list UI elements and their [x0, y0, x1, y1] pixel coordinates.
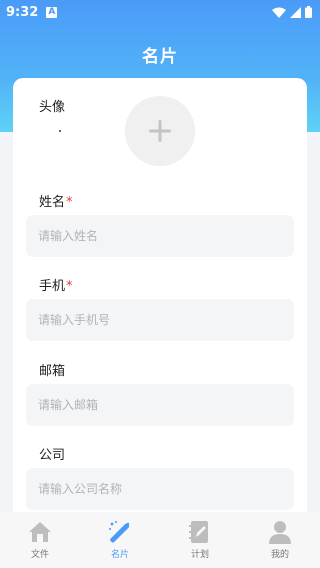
tab-plan[interactable]: 计划 [160, 512, 240, 568]
battery-icon [305, 6, 312, 18]
status-time: 9:32 [6, 4, 39, 20]
required-mark: * [66, 279, 73, 294]
decorative-dot [59, 130, 61, 132]
tab-plan-label: 计划 [190, 550, 209, 560]
name-input[interactable] [26, 215, 294, 257]
tab-card-label: 名片 [110, 550, 129, 560]
magic-wand-icon [109, 521, 130, 543]
phone-label-text: 手机 [39, 279, 66, 294]
plus-icon [149, 120, 171, 142]
bottom-tab-bar: 文件 名片 计划 我的 [0, 512, 320, 568]
tab-mine-label: 我的 [270, 550, 289, 560]
tab-mine[interactable]: 我的 [240, 512, 320, 568]
email-input[interactable] [26, 384, 294, 426]
tab-card[interactable]: 名片 [80, 512, 160, 568]
status-bar: 9:32 A [0, 0, 320, 24]
phone-label: 手机* [39, 275, 73, 294]
avatar-label: 头像 [39, 100, 66, 115]
company-label: 公司 [39, 448, 66, 463]
tab-files[interactable]: 文件 [0, 512, 80, 568]
avatar-upload-button[interactable] [125, 96, 195, 166]
email-label: 邮箱 [39, 364, 66, 379]
phone-input[interactable] [26, 299, 294, 341]
name-label: 姓名* [39, 191, 73, 210]
page-title: 名片 [142, 47, 178, 67]
notebook-edit-icon [189, 521, 208, 543]
home-icon [29, 522, 51, 542]
signal-icon [290, 6, 301, 18]
tab-files-label: 文件 [30, 550, 49, 560]
company-input[interactable] [26, 468, 294, 510]
business-card-form: 头像 姓名* 手机* 邮箱 公司 [13, 78, 307, 528]
name-label-text: 姓名 [39, 195, 66, 210]
status-icons [272, 6, 312, 18]
user-icon [269, 521, 291, 544]
required-mark: * [66, 195, 73, 210]
notification-icon: A [46, 6, 58, 18]
wifi-icon [272, 7, 286, 18]
